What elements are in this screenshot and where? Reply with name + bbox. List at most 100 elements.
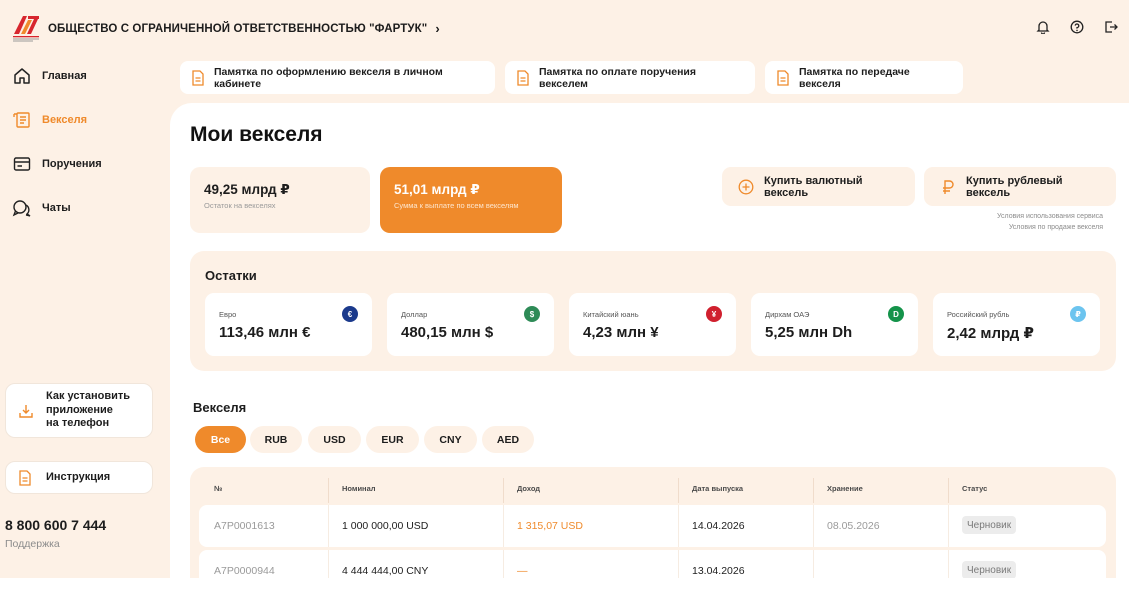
bill-issue-date: 14.04.2026 bbox=[692, 520, 745, 532]
filter-chip-aed[interactable]: AED bbox=[482, 426, 534, 453]
column-divider bbox=[678, 505, 679, 547]
sidebar-item-chats[interactable]: Чаты bbox=[12, 198, 71, 218]
memo-label: Памятка по оформлению векселя в личном к… bbox=[214, 65, 443, 90]
currency-name: Дирхам ОАЭ bbox=[765, 310, 810, 319]
memo-order-payment-button[interactable]: Памятка по оплате поручения векселем bbox=[505, 61, 755, 94]
currency-name: Доллар bbox=[401, 310, 428, 319]
organization-selector[interactable]: ОБЩЕСТВО С ОГРАНИЧЕННОЙ ОТВЕТСТВЕННОСТЬЮ… bbox=[48, 21, 440, 36]
bill-nominal: 1 000 000,00 USD bbox=[342, 520, 429, 532]
buy-currency-label: Купить валютный вексель bbox=[764, 174, 863, 199]
balance-card-rub: Российский рубль 2,42 млрд ₽ ₽ bbox=[933, 293, 1100, 356]
currency-amount: 4,23 млн ¥ bbox=[583, 324, 659, 341]
home-icon bbox=[12, 66, 32, 86]
buy-rub-label: Купить рублевый вексель bbox=[966, 174, 1063, 199]
column-divider bbox=[948, 505, 949, 547]
filter-chip-cny[interactable]: CNY bbox=[424, 426, 477, 453]
euro-icon: € bbox=[342, 306, 358, 322]
dollar-icon: $ bbox=[524, 306, 540, 322]
column-header: Хранение bbox=[827, 484, 863, 493]
terms-of-use-link[interactable]: Условия использования сервиса bbox=[997, 213, 1103, 220]
column-divider bbox=[503, 550, 504, 578]
filter-chip-rub[interactable]: RUB bbox=[250, 426, 302, 453]
document-icon bbox=[776, 69, 790, 86]
payout-summary-card: 51,01 млрд ₽ Сумма к выплате по всем век… bbox=[380, 167, 562, 233]
memo-bill-creation-button[interactable]: Памятка по оформлению векселя в личном к… bbox=[180, 61, 495, 94]
currency-amount: 2,42 млрд ₽ bbox=[947, 325, 1034, 342]
filter-chip-all[interactable]: Все bbox=[195, 426, 246, 453]
chevron-right-icon: › bbox=[435, 21, 440, 36]
document-icon bbox=[191, 69, 205, 86]
sidebar-item-orders[interactable]: Поручения bbox=[12, 154, 102, 174]
column-header: Доход bbox=[517, 484, 541, 493]
column-divider bbox=[503, 505, 504, 547]
help-icon[interactable] bbox=[1069, 19, 1085, 35]
bell-icon[interactable] bbox=[1035, 19, 1051, 35]
instruction-label: Инструкция bbox=[46, 470, 111, 483]
bills-title: Векселя bbox=[193, 400, 247, 415]
bill-issue-date: 13.04.2026 bbox=[692, 565, 745, 577]
bill-income: 1 315,07 USD bbox=[517, 520, 583, 532]
buy-currency-bill-button[interactable]: Купить валютный вексель bbox=[722, 167, 915, 206]
download-icon bbox=[18, 403, 34, 419]
sidebar-item-bills[interactable]: Векселя bbox=[12, 110, 87, 130]
status-badge: Черновик bbox=[962, 561, 1017, 578]
logout-icon[interactable] bbox=[1103, 19, 1119, 35]
balance-card-aed: Дирхам ОАЭ 5,25 млн Dh D bbox=[751, 293, 918, 356]
column-divider bbox=[678, 550, 679, 578]
install-app-label: Как установить приложение на телефон bbox=[46, 390, 131, 430]
currency-name: Российский рубль bbox=[947, 310, 1010, 319]
memo-label: Памятка по оплате поручения векселем bbox=[539, 65, 697, 90]
orders-icon bbox=[12, 154, 32, 174]
summary-value: 49,25 млрд ₽ bbox=[204, 182, 290, 197]
support-phone[interactable]: 8 800 600 7 444 bbox=[5, 517, 106, 533]
column-header: Номинал bbox=[342, 484, 376, 493]
sidebar-item-label: Главная bbox=[42, 70, 87, 82]
sidebar-item-home[interactable]: Главная bbox=[12, 66, 87, 86]
column-header: № bbox=[214, 484, 223, 493]
column-divider bbox=[678, 478, 679, 503]
buy-rub-bill-button[interactable]: Купить рублевый вексель bbox=[924, 167, 1116, 206]
yuan-icon: ¥ bbox=[706, 306, 722, 322]
bill-number: A7P0000944 bbox=[214, 565, 275, 577]
filter-chip-eur[interactable]: EUR bbox=[366, 426, 419, 453]
balances-title: Остатки bbox=[205, 268, 257, 283]
sidebar: Главная Векселя Поручения Чаты Как устан… bbox=[0, 56, 165, 578]
summary-label: Сумма к выплате по всем векселям bbox=[394, 201, 519, 210]
bills-table: № Номинал Доход Дата выпуска Хранение Ст… bbox=[190, 467, 1116, 578]
column-divider bbox=[503, 478, 504, 503]
document-icon bbox=[516, 69, 530, 86]
organization-name: ОБЩЕСТВО С ОГРАНИЧЕННОЙ ОТВЕТСТВЕННОСТЬЮ… bbox=[48, 22, 428, 35]
filter-chip-usd[interactable]: USD bbox=[308, 426, 361, 453]
sale-terms-link[interactable]: Условия по продаже векселя bbox=[1009, 224, 1103, 231]
column-divider bbox=[948, 550, 949, 578]
install-app-card[interactable]: Как установить приложение на телефон bbox=[5, 383, 153, 438]
bill-storage-date: 08.05.2026 bbox=[827, 520, 880, 532]
sidebar-item-label: Поручения bbox=[42, 158, 102, 170]
chat-icon bbox=[12, 198, 32, 218]
column-header: Статус bbox=[962, 484, 988, 493]
bill-income: — bbox=[517, 565, 528, 577]
column-divider bbox=[813, 505, 814, 547]
app-window: ОБЩЕСТВО С ОГРАНИЧЕННОЙ ОТВЕТСТВЕННОСТЬЮ… bbox=[0, 0, 1129, 578]
document-icon bbox=[18, 469, 34, 486]
company-logo bbox=[12, 14, 40, 44]
memo-bill-transfer-button[interactable]: Памятка по передаче векселя bbox=[765, 61, 963, 94]
status-badge: Черновик bbox=[962, 516, 1017, 534]
balances-panel: Остатки Евро 113,46 млн € € Доллар 480,1… bbox=[190, 251, 1116, 371]
support-label: Поддержка bbox=[5, 538, 60, 550]
table-row[interactable]: A7P0000944 4 444 444,00 CNY — 13.04.2026… bbox=[199, 550, 1106, 578]
balance-card-cny: Китайский юань 4,23 млн ¥ ¥ bbox=[569, 293, 736, 356]
summary-label: Остаток на векселях bbox=[204, 201, 276, 210]
currency-amount: 113,46 млн € bbox=[219, 324, 311, 341]
main-panel: Мои векселя 49,25 млрд ₽ Остаток на векс… bbox=[170, 103, 1129, 578]
currency-name: Евро bbox=[219, 310, 237, 319]
column-divider bbox=[328, 478, 329, 503]
plus-circle-icon bbox=[738, 179, 754, 195]
table-row[interactable]: A7P0001613 1 000 000,00 USD 1 315,07 USD… bbox=[199, 505, 1106, 547]
memo-label: Памятка по передаче векселя bbox=[799, 65, 910, 90]
sidebar-item-label: Чаты bbox=[42, 202, 71, 214]
column-divider bbox=[328, 550, 329, 578]
column-divider bbox=[328, 505, 329, 547]
bills-icon bbox=[12, 110, 32, 130]
instruction-button[interactable]: Инструкция bbox=[5, 461, 153, 494]
